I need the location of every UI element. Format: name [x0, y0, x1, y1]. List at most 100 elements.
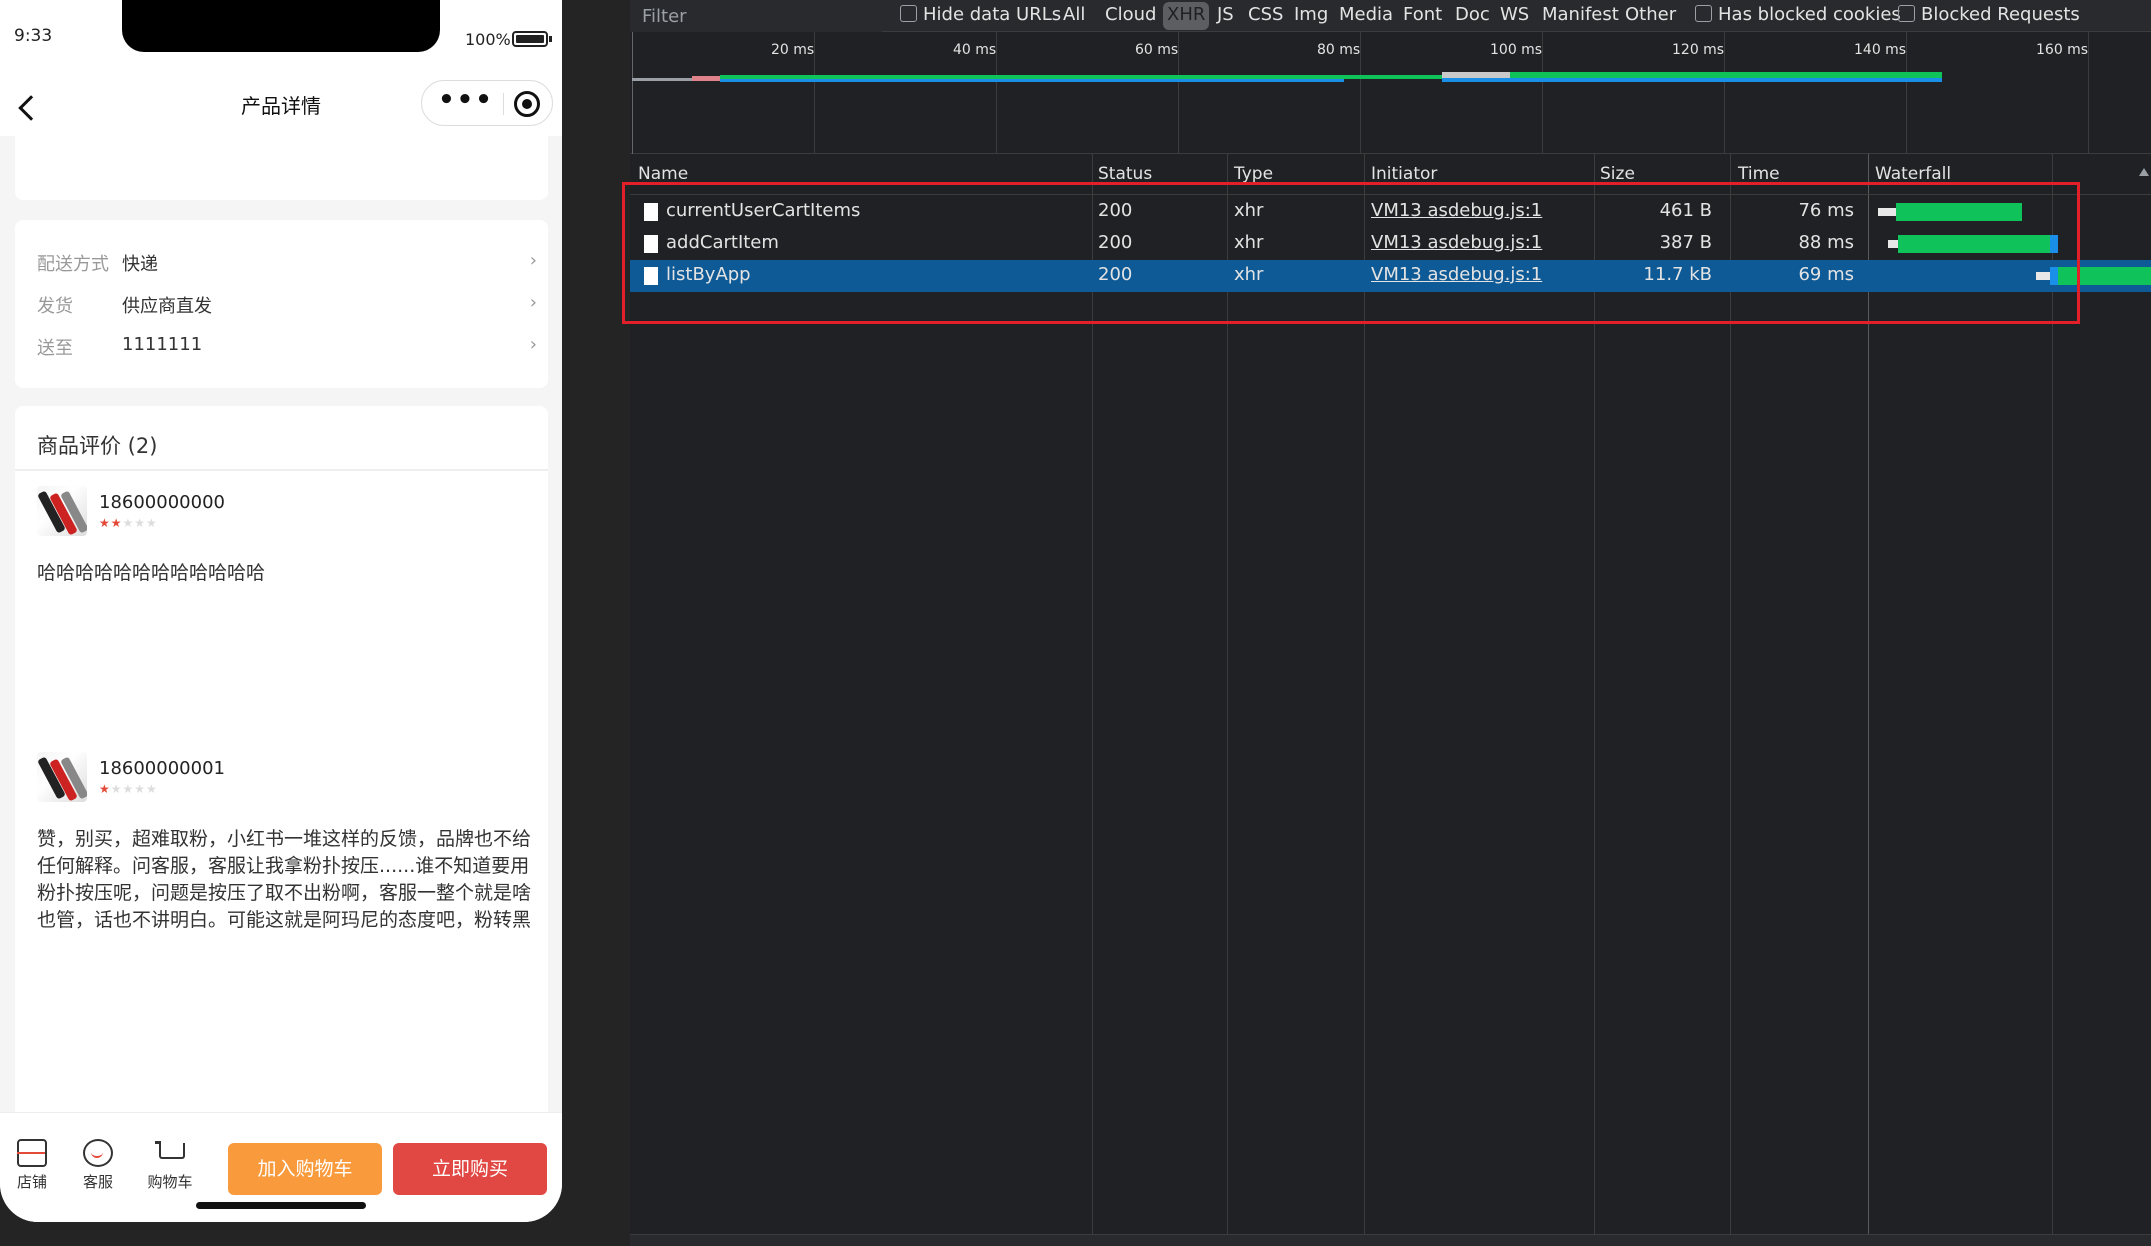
cart-button[interactable]: 购物车 — [140, 1139, 200, 1192]
request-status: 200 — [1098, 200, 1133, 221]
column-header-name[interactable]: Name — [638, 164, 688, 184]
delivery-value: 快递 — [122, 254, 158, 275]
blocked-requests-checkbox[interactable]: Blocked Requests — [1898, 4, 2080, 25]
overview-bar — [720, 79, 1344, 82]
type-filter-xhr[interactable]: XHR — [1163, 2, 1210, 30]
waterfall-download — [2050, 235, 2058, 253]
request-type: xhr — [1234, 232, 1264, 253]
document-icon — [644, 235, 658, 253]
type-filter-js[interactable]: JS — [1213, 2, 1238, 30]
simulator-panel: 9:33 100% 产品详情 ••• 配送方式 快递 › 发货 供应商直发 › … — [0, 0, 630, 1246]
chevron-right-icon: › — [529, 250, 537, 271]
overview-tick: 140 ms — [1854, 42, 1907, 58]
avatar — [37, 486, 87, 536]
nav-bar: 产品详情 ••• — [0, 80, 562, 136]
overview-tick: 20 ms — [771, 42, 815, 58]
review-user: 18600000000 — [99, 492, 225, 513]
table-row-selected[interactable]: listByApp 200 xhr VM13 asdebug.js:1 11.7… — [630, 260, 2151, 292]
network-filter-toolbar: Hide data URLs All Cloud XHR JS CSS Img … — [630, 0, 2151, 32]
request-status: 200 — [1098, 232, 1133, 253]
phone-screen: 9:33 100% 产品详情 ••• 配送方式 快递 › 发货 供应商直发 › … — [0, 0, 562, 1222]
column-divider — [1227, 154, 1228, 1234]
shop-icon — [17, 1139, 47, 1167]
type-filter-doc[interactable]: Doc — [1451, 2, 1494, 30]
column-header-waterfall[interactable]: Waterfall — [1875, 164, 1951, 184]
filter-input[interactable] — [630, 0, 882, 32]
cart-icon — [155, 1139, 185, 1167]
reviews-card: 商品评价 (2) 18600000000 ★★★★★ 哈哈哈哈哈哈哈哈哈哈哈哈 — [15, 406, 548, 1222]
add-to-cart-button[interactable]: 加入购物车 — [228, 1143, 382, 1195]
rating-stars: ★★★★★ — [99, 516, 158, 530]
shop-button[interactable]: 店铺 — [2, 1139, 62, 1192]
sort-ascending-icon[interactable] — [2139, 168, 2149, 176]
delivery-label: 发货 — [37, 296, 73, 317]
home-indicator — [196, 1202, 366, 1209]
overview-tick: 160 ms — [2036, 42, 2089, 58]
cart-label: 购物车 — [147, 1173, 193, 1191]
review-text: 哈哈哈哈哈哈哈哈哈哈哈哈 — [37, 562, 266, 584]
capsule-divider — [503, 93, 504, 115]
network-overview-timeline[interactable]: 20 ms 40 ms 60 ms 80 ms 100 ms 120 ms 14… — [630, 32, 2151, 154]
type-filter-css[interactable]: CSS — [1244, 2, 1287, 30]
battery-percent: 100% — [465, 30, 511, 49]
request-name: addCartItem — [666, 232, 779, 253]
column-divider — [1594, 154, 1595, 1234]
has-blocked-cookies-label: Has blocked cookies — [1718, 4, 1901, 25]
hide-data-urls-checkbox[interactable]: Hide data URLs — [900, 4, 1061, 25]
waterfall-download — [2050, 267, 2058, 285]
column-header-type[interactable]: Type — [1234, 164, 1273, 184]
request-initiator-link[interactable]: VM13 asdebug.js:1 — [1371, 200, 1542, 221]
type-filter-font[interactable]: Font — [1399, 2, 1446, 30]
waterfall-queue — [1888, 240, 1898, 248]
type-filter-all[interactable]: All — [1059, 2, 1089, 30]
overview-tick: 120 ms — [1672, 42, 1725, 58]
column-header-size[interactable]: Size — [1600, 164, 1635, 184]
delivery-value: 1111111 — [122, 334, 203, 355]
table-row[interactable]: addCartItem 200 xhr VM13 asdebug.js:1 38… — [630, 228, 2151, 260]
more-icon[interactable]: ••• — [436, 87, 496, 115]
delivery-row-ship[interactable]: 发货 供应商直发 › — [37, 292, 537, 322]
type-filter-img[interactable]: Img — [1290, 2, 1332, 30]
customer-service-button[interactable]: 客服 — [68, 1139, 128, 1192]
type-filter-media[interactable]: Media — [1335, 2, 1397, 30]
column-divider — [1868, 154, 1869, 1234]
request-initiator-link[interactable]: VM13 asdebug.js:1 — [1371, 232, 1542, 253]
type-filter-manifest[interactable]: Manifest — [1538, 2, 1623, 30]
column-header-time[interactable]: Time — [1738, 164, 1780, 184]
battery-icon — [512, 31, 552, 47]
type-filter-ws[interactable]: WS — [1496, 2, 1533, 30]
type-filter-cloud[interactable]: Cloud — [1101, 2, 1160, 30]
waterfall-queue — [2036, 272, 2050, 280]
request-initiator-link[interactable]: VM13 asdebug.js:1 — [1371, 264, 1542, 285]
delivery-row-method[interactable]: 配送方式 快递 › — [37, 250, 537, 280]
document-icon — [644, 267, 658, 285]
request-type: xhr — [1234, 200, 1264, 221]
rating-stars: ★★★★★ — [99, 782, 158, 796]
chat-icon — [83, 1139, 113, 1167]
column-header-status[interactable]: Status — [1098, 164, 1152, 184]
chevron-right-icon: › — [529, 292, 537, 313]
request-size: 11.7 kB — [1643, 264, 1712, 285]
request-name: currentUserCartItems — [666, 200, 861, 221]
delivery-row-address[interactable]: 送至 1111111 › — [37, 334, 537, 364]
overview-gridline — [1724, 32, 1725, 154]
column-header-initiator[interactable]: Initiator — [1371, 164, 1437, 184]
request-time: 69 ms — [1798, 264, 1854, 285]
overview-gridline — [2088, 32, 2089, 154]
review-user: 18600000001 — [99, 758, 225, 779]
type-filter-other[interactable]: Other — [1621, 2, 1680, 30]
close-target-icon[interactable] — [514, 91, 540, 117]
buy-now-button[interactable]: 立即购买 — [393, 1143, 547, 1195]
delivery-label: 送至 — [37, 338, 73, 359]
shop-label: 店铺 — [16, 1173, 47, 1191]
table-row[interactable]: currentUserCartItems 200 xhr VM13 asdebu… — [630, 196, 2151, 228]
divider — [15, 469, 548, 471]
hide-data-urls-label: Hide data URLs — [923, 4, 1062, 25]
reviews-header[interactable]: 商品评价 (2) — [37, 430, 157, 460]
request-table: Name Status Type Initiator Size Time Wat… — [622, 154, 2151, 1234]
devtools-network-panel: Hide data URLs All Cloud XHR JS CSS Img … — [622, 0, 2151, 1246]
header-divider — [630, 194, 2151, 195]
overview-tick: 40 ms — [953, 42, 997, 58]
overview-bar — [1442, 78, 1942, 82]
has-blocked-cookies-checkbox[interactable]: Has blocked cookies — [1695, 4, 1901, 25]
